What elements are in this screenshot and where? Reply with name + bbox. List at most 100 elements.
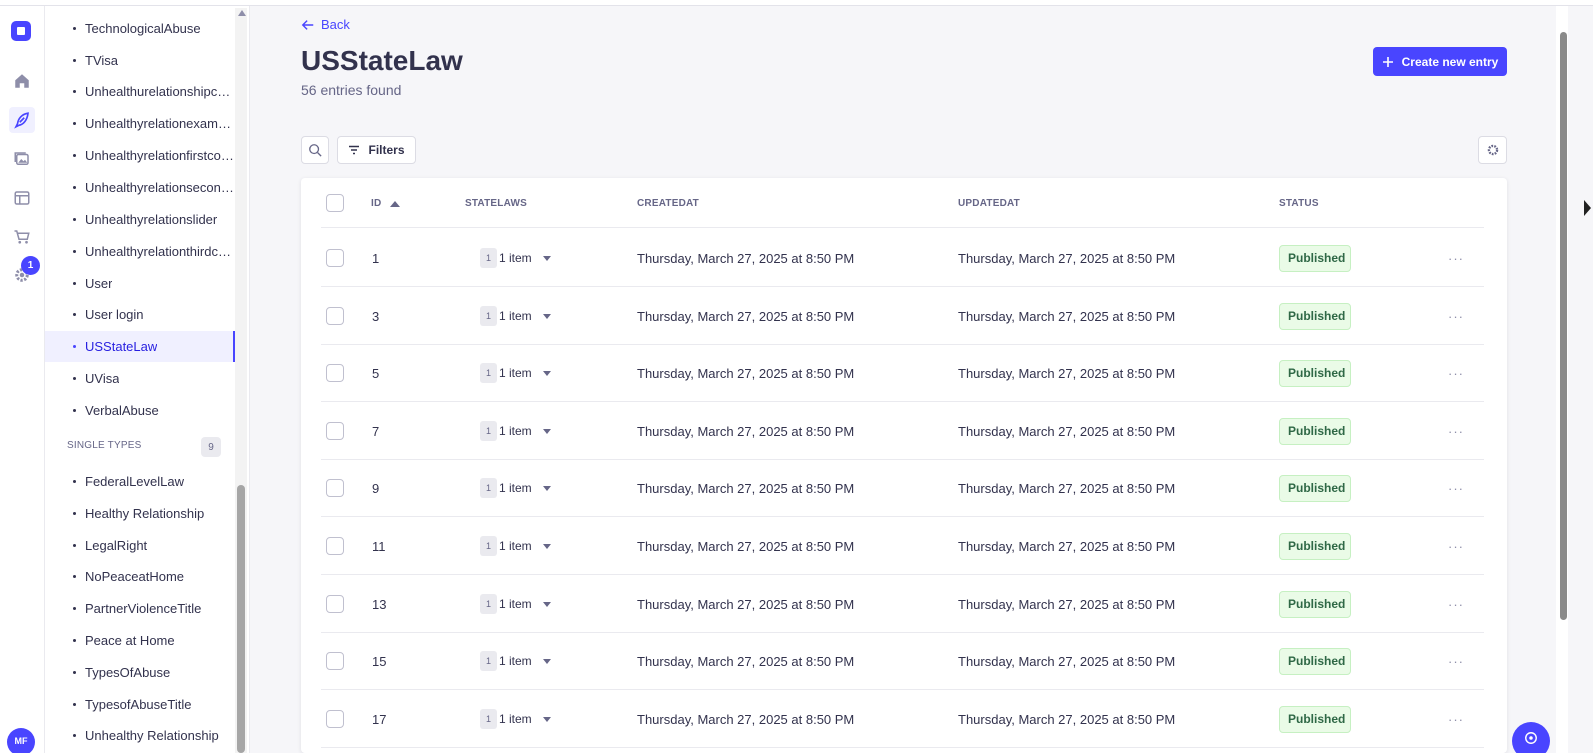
search-button[interactable] xyxy=(301,136,329,164)
sidebar-item-peace-at-home[interactable]: Peace at Home xyxy=(45,625,235,656)
sidebar-item-label: Unhealthyrelationsecond... xyxy=(85,180,235,195)
sidebar-item-verbalabuse[interactable]: VerbalAbuse xyxy=(45,395,235,426)
more-icon[interactable]: ··· xyxy=(1448,517,1464,575)
relation-count: 1 xyxy=(480,248,497,268)
scroll-up-arrow-icon[interactable] xyxy=(238,10,246,16)
settings-notification-badge: 1 xyxy=(21,256,40,275)
list-settings-button[interactable] xyxy=(1478,136,1507,164)
table-row[interactable]: 11 11 item Thursday, March 27, 2025 at 8… xyxy=(321,517,1484,575)
row-checkbox[interactable] xyxy=(326,652,344,670)
table-row[interactable]: 15 11 item Thursday, March 27, 2025 at 8… xyxy=(321,632,1484,690)
sidebar-scrollbar-thumb[interactable] xyxy=(237,485,245,753)
sidebar-item-unhealthyrelationsecond[interactable]: Unhealthyrelationsecond... xyxy=(45,172,235,203)
table-row[interactable]: 3 11 item Thursday, March 27, 2025 at 8:… xyxy=(321,287,1484,345)
updated-at: Thursday, March 27, 2025 at 8:50 PM xyxy=(958,653,1176,669)
table-row[interactable]: 7 11 item Thursday, March 27, 2025 at 8:… xyxy=(321,402,1484,460)
statelaws-relation[interactable]: 11 item xyxy=(480,229,551,287)
more-icon[interactable]: ··· xyxy=(1448,690,1464,748)
more-icon[interactable]: ··· xyxy=(1448,575,1464,633)
statelaws-relation[interactable]: 11 item xyxy=(480,344,551,402)
more-icon[interactable]: ··· xyxy=(1448,344,1464,402)
statelaws-relation[interactable]: 11 item xyxy=(480,517,551,575)
more-icon[interactable]: ··· xyxy=(1448,229,1464,287)
sidebar-item-partnerviolencetitle[interactable]: PartnerViolenceTitle xyxy=(45,593,235,624)
column-header-status[interactable]: STATUS xyxy=(1279,198,1319,209)
table-row[interactable]: 17 11 item Thursday, March 27, 2025 at 8… xyxy=(321,690,1484,748)
column-header-id-label: ID xyxy=(371,198,382,209)
row-checkbox[interactable] xyxy=(326,537,344,555)
row-checkbox[interactable] xyxy=(326,479,344,497)
updated-at: Thursday, March 27, 2025 at 8:50 PM xyxy=(958,365,1176,381)
table-row[interactable]: 1 11 item Thursday, March 27, 2025 at 8:… xyxy=(321,229,1484,287)
sidebar-item-typesofabusetitle[interactable]: TypesofAbuseTitle xyxy=(45,689,235,720)
table-row[interactable]: 5 11 item Thursday, March 27, 2025 at 8:… xyxy=(321,344,1484,402)
layout-icon[interactable] xyxy=(9,185,35,211)
row-checkbox[interactable] xyxy=(326,595,344,613)
table-header: ID STATELAWS CREATEDAT UPDATEDAT STATUS xyxy=(321,178,1484,228)
sidebar-item-technologicalabuse[interactable]: TechnologicalAbuse xyxy=(45,13,235,44)
created-at: Thursday, March 27, 2025 at 8:50 PM xyxy=(637,480,855,496)
sidebar-item-label: Healthy Relationship xyxy=(85,506,205,521)
more-icon[interactable]: ··· xyxy=(1448,459,1464,517)
media-library-icon[interactable] xyxy=(9,146,35,172)
statelaws-relation[interactable]: 11 item xyxy=(480,690,551,748)
sidebar-item-tvisa[interactable]: TVisa xyxy=(45,45,235,76)
avatar[interactable]: MF xyxy=(7,728,35,753)
statelaws-relation[interactable]: 11 item xyxy=(480,459,551,517)
home-icon[interactable] xyxy=(9,68,35,94)
sidebar-item-label: UVisa xyxy=(85,371,120,386)
sidebar-item-healthy-relationship[interactable]: Healthy Relationship xyxy=(45,498,235,529)
status-badge: Published xyxy=(1279,302,1351,330)
sidebar-item-unhealthyrelationthirdco[interactable]: Unhealthyrelationthirdco... xyxy=(45,236,235,267)
sidebar-item-uvisa[interactable]: UVisa xyxy=(45,363,235,394)
sidebar-item-unhealthyrelationslider[interactable]: Unhealthyrelationslider xyxy=(45,204,235,235)
sidebar-item-unhealthyrelationfirstcon[interactable]: Unhealthyrelationfirstcon... xyxy=(45,140,235,171)
sidebar-item-unhealthy-relationship[interactable]: Unhealthy Relationship xyxy=(45,720,235,751)
sidebar-item-unhealthurelationshipcon[interactable]: Unhealthurelationshipcon... xyxy=(45,76,235,107)
sidebar-item-federallevellaw[interactable]: FederalLevelLaw xyxy=(45,466,235,497)
chevron-down-icon xyxy=(542,716,551,722)
row-checkbox[interactable] xyxy=(326,710,344,728)
relation-count: 1 xyxy=(480,594,497,614)
bullet xyxy=(73,154,76,157)
cart-icon[interactable] xyxy=(9,224,35,250)
statelaws-relation[interactable]: 11 item xyxy=(480,287,551,345)
table-row[interactable]: 9 11 item Thursday, March 27, 2025 at 8:… xyxy=(321,459,1484,517)
sidebar-item-usstatelaw[interactable]: USStateLaw xyxy=(45,331,235,362)
bullet xyxy=(73,734,76,737)
relation-label: 1 item xyxy=(499,366,532,380)
status-badge: Published xyxy=(1279,647,1351,675)
statelaws-relation[interactable]: 11 item xyxy=(480,632,551,690)
column-header-statelaws[interactable]: STATELAWS xyxy=(465,198,527,209)
create-new-entry-button[interactable]: Create new entry xyxy=(1373,47,1507,76)
more-icon[interactable]: ··· xyxy=(1448,402,1464,460)
sidebar-item-user[interactable]: User xyxy=(45,268,235,299)
row-id: 5 xyxy=(372,365,380,381)
strapi-logo[interactable] xyxy=(11,21,31,41)
chevron-down-icon xyxy=(542,313,551,319)
row-checkbox[interactable] xyxy=(326,249,344,267)
more-icon[interactable]: ··· xyxy=(1448,287,1464,345)
more-icon[interactable]: ··· xyxy=(1448,632,1464,690)
row-checkbox[interactable] xyxy=(326,307,344,325)
filters-button[interactable]: Filters xyxy=(337,136,416,164)
sidebar-item-nopeaceathome[interactable]: NoPeaceatHome xyxy=(45,561,235,592)
sidebar-item-user-login[interactable]: User login xyxy=(45,299,235,330)
sidebar-item-typesofabuse[interactable]: TypesOfAbuse xyxy=(45,657,235,688)
back-link[interactable]: Back xyxy=(301,17,350,32)
statelaws-relation[interactable]: 11 item xyxy=(480,402,551,460)
table-row[interactable]: 13 11 item Thursday, March 27, 2025 at 8… xyxy=(321,575,1484,633)
sidebar-item-unhealthyrelationexample[interactable]: Unhealthyrelationexample xyxy=(45,108,235,139)
page-scrollbar-thumb[interactable] xyxy=(1560,32,1567,620)
help-button[interactable] xyxy=(1512,722,1550,753)
statelaws-relation[interactable]: 11 item xyxy=(480,575,551,633)
column-header-createdat[interactable]: CREATEDAT xyxy=(637,198,699,209)
column-header-id[interactable]: ID xyxy=(371,198,401,209)
select-all-checkbox[interactable] xyxy=(326,194,344,212)
row-checkbox[interactable] xyxy=(326,422,344,440)
column-header-updatedat[interactable]: UPDATEDAT xyxy=(958,198,1020,209)
sidebar-item-legalright[interactable]: LegalRight xyxy=(45,530,235,561)
created-at: Thursday, March 27, 2025 at 8:50 PM xyxy=(637,365,855,381)
content-manager-icon[interactable] xyxy=(9,107,35,133)
row-checkbox[interactable] xyxy=(326,364,344,382)
